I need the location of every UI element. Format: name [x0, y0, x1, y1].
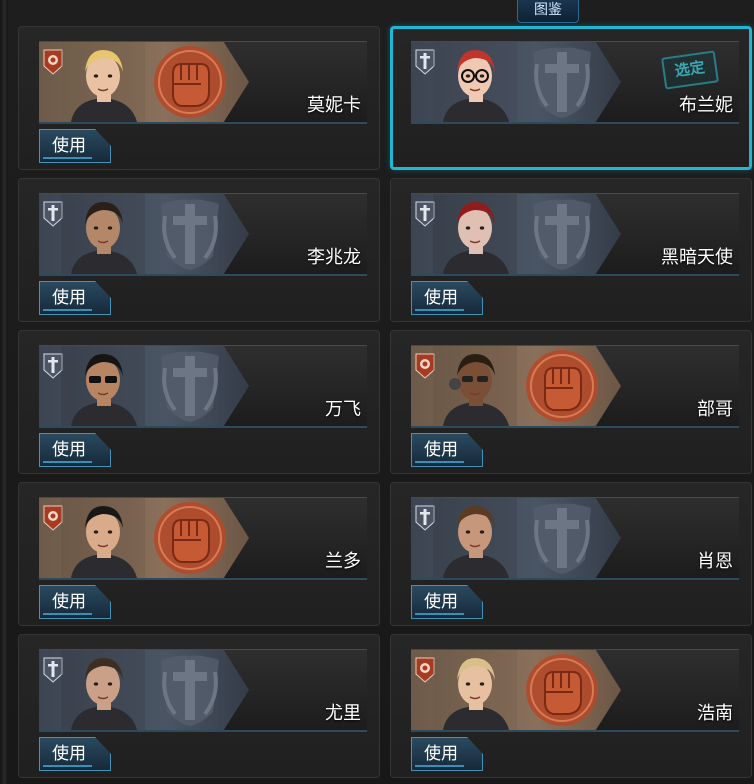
shield-emblem-icon	[533, 199, 591, 270]
shield-emblem-icon	[533, 47, 591, 118]
window-left-edge	[0, 0, 8, 784]
roster-window: 图鉴 莫妮卡 使用 布兰妮 选定 李兆龙 使用 黑暗天使 使用 万飞 使用 部哥…	[0, 0, 754, 784]
dark-hair-male-portrait	[61, 498, 145, 578]
character-banner: 莫妮卡	[39, 41, 367, 124]
use-button[interactable]: 使用	[39, 129, 111, 163]
character-card-3[interactable]: 李兆龙 使用	[18, 178, 380, 322]
character-name: 万飞	[325, 399, 361, 420]
character-banner: 兰多	[39, 497, 367, 580]
shield-emblem-icon	[161, 199, 219, 270]
character-banner: 黑暗天使	[411, 193, 739, 276]
character-card-5[interactable]: 万飞 使用	[18, 330, 380, 474]
use-button[interactable]: 使用	[39, 585, 111, 619]
short-hair-male-portrait	[61, 650, 145, 730]
character-name: 黑暗天使	[661, 247, 733, 268]
use-button[interactable]: 使用	[411, 585, 483, 619]
character-card-9[interactable]: 尤里 使用	[18, 634, 380, 778]
character-name: 肖恩	[697, 551, 733, 572]
character-name: 李兆龙	[307, 247, 361, 268]
character-banner: 尤里	[39, 649, 367, 732]
male-soldier-portrait	[61, 194, 145, 274]
blonde-female-portrait	[61, 42, 145, 122]
character-banner: 布兰妮 选定	[411, 41, 739, 124]
fist-emblem-icon	[526, 350, 598, 422]
redhead-glasses-portrait	[433, 42, 517, 122]
character-name: 浩南	[697, 703, 733, 724]
dreadlocks-male-portrait	[433, 346, 517, 426]
selected-stamp: 选定	[661, 50, 719, 90]
character-banner: 肖恩	[411, 497, 739, 580]
character-banner: 部哥	[411, 345, 739, 428]
character-card-10[interactable]: 浩南 使用	[390, 634, 752, 778]
character-card-2[interactable]: 布兰妮 选定	[390, 26, 752, 170]
character-banner: 浩南	[411, 649, 739, 732]
sunglasses-male-portrait	[61, 346, 145, 426]
character-card-8[interactable]: 肖恩 使用	[390, 482, 752, 626]
character-name: 兰多	[325, 551, 361, 572]
character-card-6[interactable]: 部哥 使用	[390, 330, 752, 474]
character-name: 莫妮卡	[307, 95, 361, 116]
tab-codex[interactable]: 图鉴	[517, 0, 579, 23]
brown-hair-male-portrait	[433, 498, 517, 578]
character-card-7[interactable]: 兰多 使用	[18, 482, 380, 626]
fist-emblem-icon	[526, 654, 598, 726]
use-button[interactable]: 使用	[39, 281, 111, 315]
character-card-1[interactable]: 莫妮卡 使用	[18, 26, 380, 170]
use-button[interactable]: 使用	[411, 433, 483, 467]
character-name: 尤里	[325, 703, 361, 724]
use-button[interactable]: 使用	[39, 433, 111, 467]
character-banner: 李兆龙	[39, 193, 367, 276]
fist-emblem-icon	[154, 502, 226, 574]
shield-emblem-icon	[161, 655, 219, 726]
character-card-4[interactable]: 黑暗天使 使用	[390, 178, 752, 322]
character-name: 布兰妮	[679, 95, 733, 116]
shield-emblem-icon	[533, 503, 591, 574]
fist-emblem-icon	[154, 46, 226, 118]
red-hair-female-portrait	[433, 194, 517, 274]
character-name: 部哥	[697, 399, 733, 420]
use-button[interactable]: 使用	[411, 281, 483, 315]
shield-emblem-icon	[161, 351, 219, 422]
character-banner: 万飞	[39, 345, 367, 428]
use-button[interactable]: 使用	[411, 737, 483, 771]
character-grid: 莫妮卡 使用 布兰妮 选定 李兆龙 使用 黑暗天使 使用 万飞 使用 部哥 使用…	[18, 26, 754, 784]
use-button[interactable]: 使用	[39, 737, 111, 771]
blond-male-portrait	[433, 650, 517, 730]
